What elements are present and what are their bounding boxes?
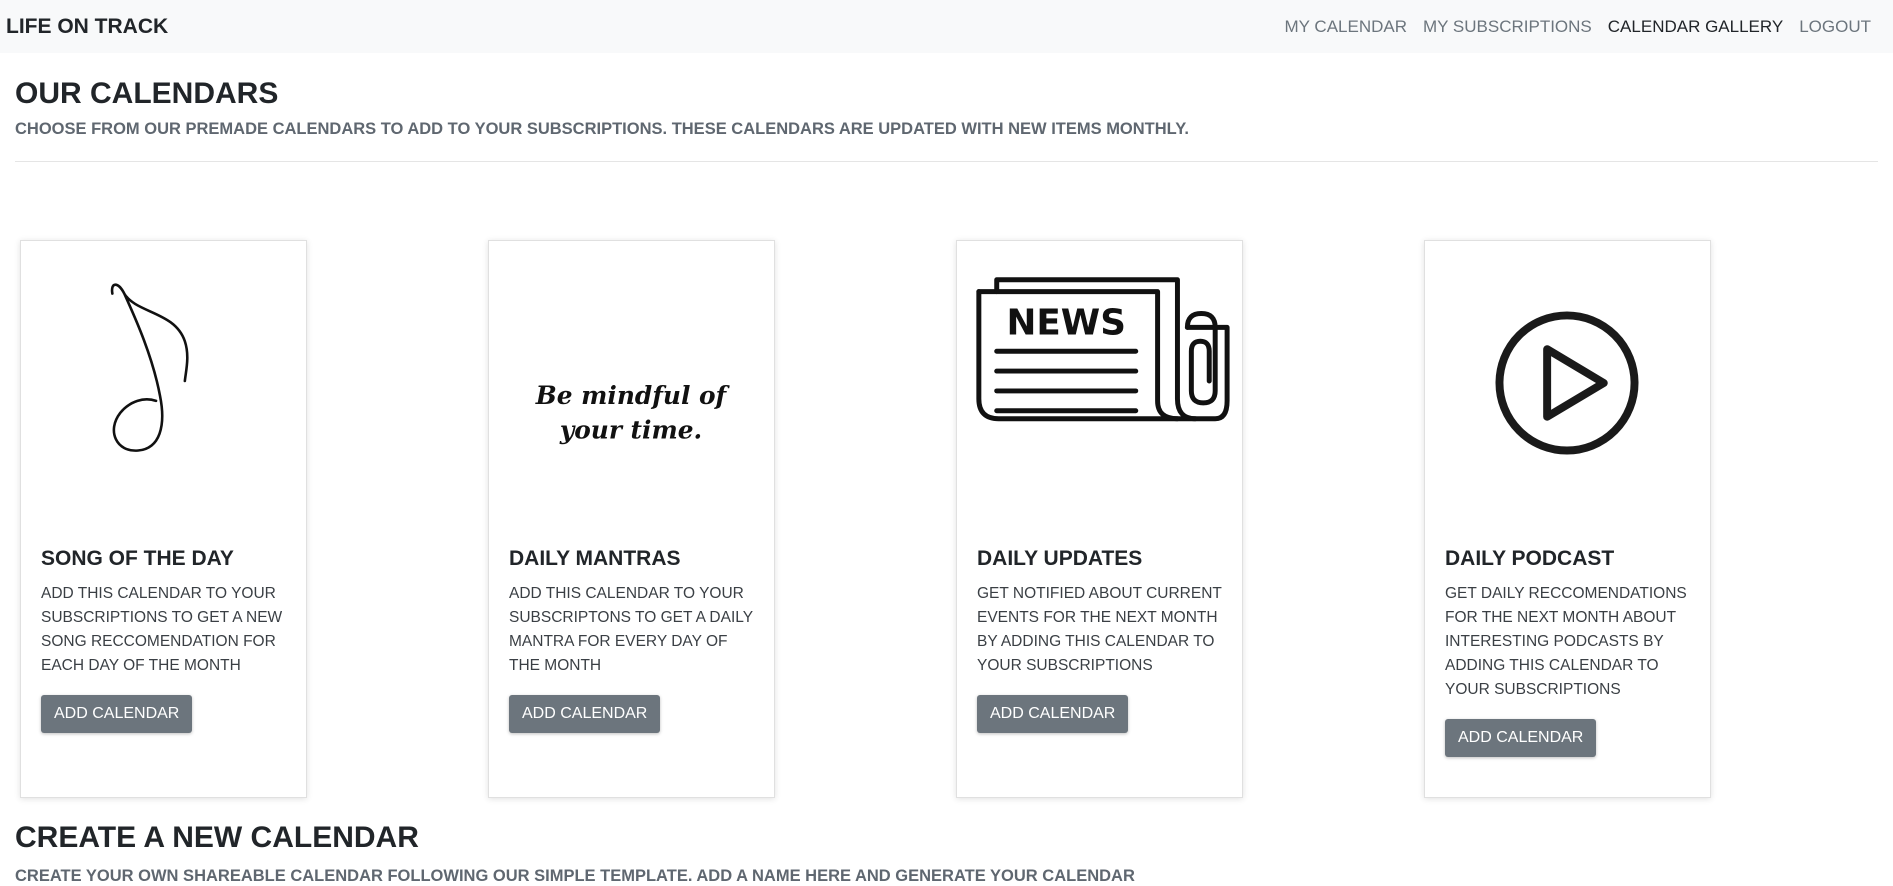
newspaper-icon: NEWS xyxy=(976,277,1230,422)
nav-my-subscriptions[interactable]: MY SUBSCRIPTIONS xyxy=(1423,17,1592,37)
add-calendar-button[interactable]: ADD CALENDAR xyxy=(1445,719,1597,757)
create-title: CREATE A NEW CALENDAR xyxy=(15,821,419,854)
card-description: ADD THIS CALENDAR TO YOUR SUBSCRIPTIONS … xyxy=(41,585,283,674)
gallery-subtitle: CHOOSE FROM OUR PREMADE CALENDARS TO ADD… xyxy=(15,120,1190,138)
nav-calendar-gallery[interactable]: CALENDAR GALLERY xyxy=(1608,17,1783,37)
music-note-icon xyxy=(110,283,189,452)
create-subtitle: CREATE YOUR OWN SHAREABLE CALENDAR FOLLO… xyxy=(15,867,1135,885)
card-title: DAILY PODCAST xyxy=(1445,547,1615,570)
mantra-image: Be mindful of your time. xyxy=(535,381,731,445)
brand-link[interactable]: LIFE ON TRACK xyxy=(6,15,168,39)
mantra-line-2: your time. xyxy=(559,416,702,445)
gallery-title: OUR CALENDARS xyxy=(15,77,279,110)
card-title: DAILY UPDATES xyxy=(977,547,1143,570)
add-calendar-button[interactable]: ADD CALENDAR xyxy=(509,695,661,733)
card-description: GET NOTIFIED ABOUT CURRENT EVENTS FOR TH… xyxy=(977,585,1222,674)
add-calendar-button[interactable]: ADD CALENDAR xyxy=(41,695,193,733)
play-icon xyxy=(1495,311,1639,455)
news-text: NEWS xyxy=(1006,302,1125,343)
calendar-card-song: SONG OF THE DAY ADD THIS CALENDAR TO YOU… xyxy=(20,240,307,798)
card-description: ADD THIS CALENDAR TO YOUR SUBSCRIPTONS T… xyxy=(509,585,753,674)
calendar-card-podcast: DAILY PODCAST GET DAILY RECCOMENDATIONS … xyxy=(1424,240,1711,798)
add-calendar-button[interactable]: ADD CALENDAR xyxy=(977,695,1129,733)
calendar-card-updates: NEWS DAILY UPDATES GET NOTIFIED ABOUT CU… xyxy=(956,240,1243,798)
card-description: GET DAILY RECCOMENDATIONS FOR THE NEXT M… xyxy=(1445,585,1687,698)
nav-links: MY CALENDAR MY SUBSCRIPTIONS CALENDAR GA… xyxy=(1285,17,1872,37)
navbar: LIFE ON TRACK MY CALENDAR MY SUBSCRIPTIO… xyxy=(0,0,1893,53)
nav-logout[interactable]: LOGOUT xyxy=(1799,17,1871,37)
card-title: SONG OF THE DAY xyxy=(41,547,234,570)
calendar-card-mantras: Be mindful of your time. DAILY MANTRAS A… xyxy=(488,240,775,798)
card-title: DAILY MANTRAS xyxy=(509,547,681,570)
nav-my-calendar[interactable]: MY CALENDAR xyxy=(1285,17,1408,37)
mantra-line-1: Be mindful of xyxy=(535,381,731,410)
section-divider xyxy=(15,161,1878,162)
